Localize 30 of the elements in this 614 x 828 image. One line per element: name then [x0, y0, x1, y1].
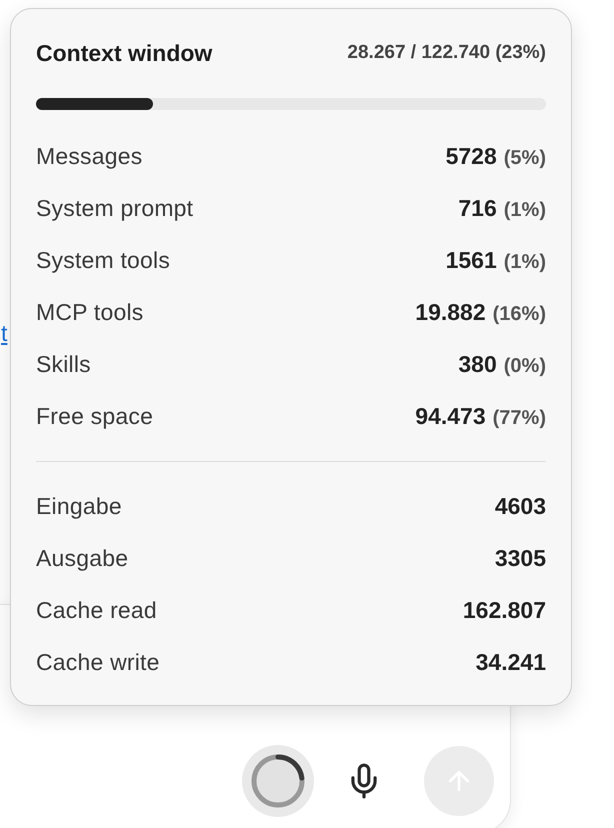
- row-percent: (1%): [504, 198, 546, 223]
- row-label: Skills: [36, 350, 91, 379]
- message-link[interactable]: t: [1, 316, 8, 350]
- row-value: 19.882: [415, 298, 486, 327]
- row-label: Messages: [36, 142, 142, 171]
- row-value: 716: [458, 194, 497, 223]
- row-value: 162.807: [462, 596, 546, 625]
- row-value: 94.473: [415, 402, 486, 431]
- row-percent: (0%): [504, 354, 546, 379]
- row-value: 380: [458, 350, 497, 379]
- row-label: Eingabe: [36, 492, 122, 521]
- row-value: 3305: [494, 544, 546, 573]
- row-percent: (5%): [504, 146, 546, 171]
- row-value: 4603: [494, 492, 546, 521]
- row-value: 34.241: [476, 648, 546, 677]
- context-ring-icon: [250, 753, 306, 809]
- row-value: 1561: [446, 246, 497, 275]
- row-percent: (77%): [492, 406, 546, 431]
- row-label: System tools: [36, 246, 170, 275]
- row-label: Cache read: [36, 596, 157, 625]
- row-percent: (16%): [492, 302, 546, 327]
- usage-summary: 28.267 / 122.740 (23%): [347, 40, 546, 65]
- row-label: Ausgabe: [36, 544, 128, 573]
- row-label: MCP tools: [36, 298, 144, 327]
- row-label: Free space: [36, 402, 154, 431]
- popover-title: Context window: [36, 38, 212, 68]
- row-label: Cache write: [36, 648, 160, 677]
- row-value: 5728: [446, 142, 497, 171]
- row-label: System prompt: [36, 194, 194, 223]
- row-percent: (1%): [504, 250, 546, 275]
